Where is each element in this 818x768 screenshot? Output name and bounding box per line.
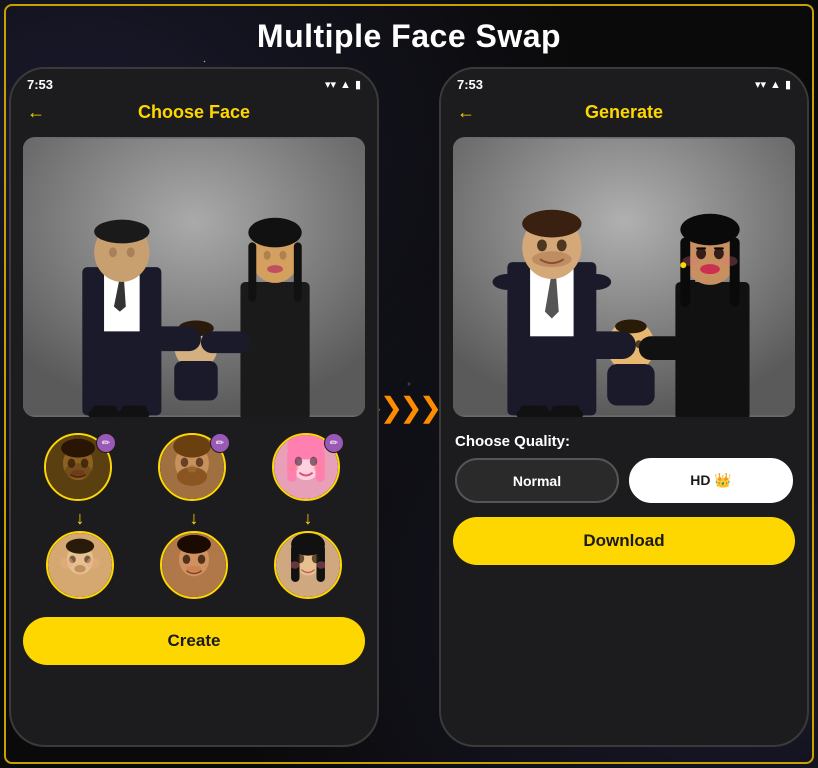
normal-quality-button[interactable]: Normal <box>455 458 619 503</box>
left-phone-header: ← Choose Face <box>11 96 377 131</box>
edit-badge-1: ✏ <box>96 433 116 453</box>
edit-badge-2: ✏ <box>210 433 230 453</box>
page-title: Multiple Face Swap <box>0 0 818 67</box>
right-main-image <box>453 137 795 417</box>
transition-arrows: ❯❯❯❯❯ <box>379 391 439 424</box>
source-face-1-wrapper[interactable]: ✏ <box>44 433 116 505</box>
target-face-3 <box>274 531 342 599</box>
face-pair-2: ✏ ↓ <box>158 433 230 599</box>
right-status-time: 7:53 <box>457 77 483 92</box>
face-pair-1: ✏ ↓ <box>44 433 116 599</box>
left-main-image <box>23 137 365 417</box>
quality-options: Normal HD 👑 <box>455 458 793 503</box>
left-status-time: 7:53 <box>27 77 53 92</box>
right-signal-icon: ▾▾ <box>755 78 766 91</box>
battery-icon: ▮ <box>355 78 361 91</box>
signal-icon: ▾▾ <box>325 78 336 91</box>
left-back-button[interactable]: ← <box>27 102 45 123</box>
phones-container: 7:53 ▾▾ ▲ ▮ ← Choose Face <box>0 67 818 747</box>
down-arrow-1: ↓ <box>76 509 85 527</box>
hd-quality-button[interactable]: HD 👑 <box>629 458 793 503</box>
right-battery-icon: ▮ <box>785 78 791 91</box>
right-status-icons: ▾▾ ▲ ▮ <box>755 78 791 91</box>
left-header-title: Choose Face <box>138 102 250 123</box>
left-status-bar: 7:53 ▾▾ ▲ ▮ <box>11 69 377 96</box>
right-wifi-icon: ▲ <box>770 79 781 91</box>
wifi-icon: ▲ <box>340 79 351 91</box>
right-phone-header: ← Generate <box>441 96 807 131</box>
quality-section: Choose Quality: Normal HD 👑 <box>441 423 807 509</box>
down-arrow-3: ↓ <box>304 509 313 527</box>
left-phone: 7:53 ▾▾ ▲ ▮ ← Choose Face <box>9 67 379 747</box>
down-arrow-2: ↓ <box>190 509 199 527</box>
face-selection-area: ✏ ↓ <box>11 423 377 609</box>
right-header-title: Generate <box>585 102 663 123</box>
target-face-2 <box>160 531 228 599</box>
source-face-2-wrapper[interactable]: ✏ <box>158 433 230 505</box>
left-status-icons: ▾▾ ▲ ▮ <box>325 78 361 91</box>
right-status-bar: 7:53 ▾▾ ▲ ▮ <box>441 69 807 96</box>
quality-label: Choose Quality: <box>455 433 793 450</box>
face-pair-3: ✏ ↓ <box>272 433 344 599</box>
right-back-button[interactable]: ← <box>457 102 475 123</box>
edit-badge-3: ✏ <box>324 433 344 453</box>
face-pairs: ✏ ↓ <box>23 433 365 599</box>
create-button[interactable]: Create <box>23 617 365 665</box>
right-phone: 7:53 ▾▾ ▲ ▮ ← Generate <box>439 67 809 747</box>
target-face-1 <box>46 531 114 599</box>
source-face-3-wrapper[interactable]: ✏ <box>272 433 344 505</box>
download-button[interactable]: Download <box>453 517 795 565</box>
